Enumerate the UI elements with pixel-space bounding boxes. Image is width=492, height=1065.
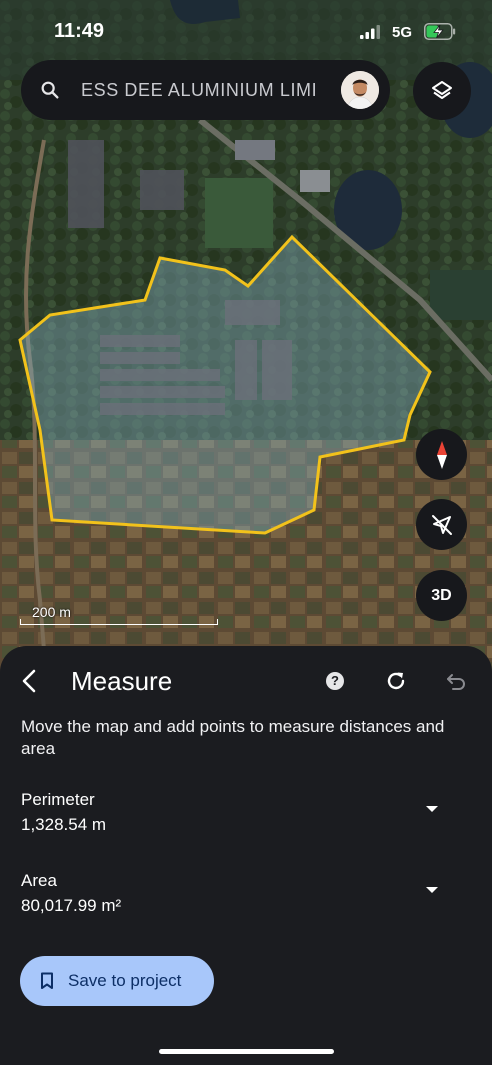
compass-icon [436, 440, 447, 469]
undo-icon[interactable] [444, 670, 468, 694]
map-scale: 200 m [20, 603, 220, 625]
save-to-project-label: Save to project [68, 971, 182, 990]
status-time: 11:49 [54, 20, 105, 42]
layers-icon [432, 81, 452, 99]
area-row[interactable]: Area 80,017.99 m² [21, 870, 471, 920]
area-value: 80,017.99 m² [21, 896, 122, 915]
3d-button[interactable]: 3D [416, 570, 467, 621]
avatar[interactable] [341, 71, 379, 109]
status-bar: 11:49 5G [0, 0, 492, 64]
back-icon[interactable] [14, 666, 44, 696]
chevron-down-icon[interactable] [425, 886, 439, 894]
tilt-off-icon [431, 514, 452, 535]
perimeter-value: 1,328.54 m [21, 815, 107, 834]
area-label: Area [21, 871, 57, 890]
perimeter-label: Perimeter [21, 790, 95, 809]
help-icon[interactable]: ? [326, 672, 344, 690]
measure-panel: Measure ? Move the map and add points to… [0, 646, 492, 1065]
refresh-icon[interactable] [384, 669, 408, 693]
measure-title: Measure [71, 666, 173, 696]
home-indicator[interactable] [159, 1049, 334, 1054]
chevron-down-icon[interactable] [425, 805, 439, 813]
search-icon[interactable] [39, 79, 61, 101]
tilt-toggle-button[interactable] [416, 499, 467, 550]
compass-button[interactable] [416, 429, 467, 480]
save-to-project-button[interactable]: Save to project [20, 956, 214, 1006]
network-type: 5G [392, 24, 413, 41]
scale-label: 200 m [32, 604, 71, 620]
battery-charging-icon [424, 23, 456, 40]
signal-icon [360, 25, 380, 39]
search-bar[interactable]: ESS DEE ALUMINIUM LIMI [21, 60, 390, 120]
bookmark-icon [41, 972, 53, 989]
perimeter-row[interactable]: Perimeter 1,328.54 m [21, 789, 471, 839]
search-query[interactable]: ESS DEE ALUMINIUM LIMI [81, 80, 341, 101]
measure-header: Measure ? [0, 646, 492, 718]
avatar-image [341, 71, 379, 109]
layers-button[interactable] [413, 62, 471, 120]
measure-instructions: Move the map and add points to measure d… [21, 717, 445, 758]
scale-bar [20, 619, 218, 625]
